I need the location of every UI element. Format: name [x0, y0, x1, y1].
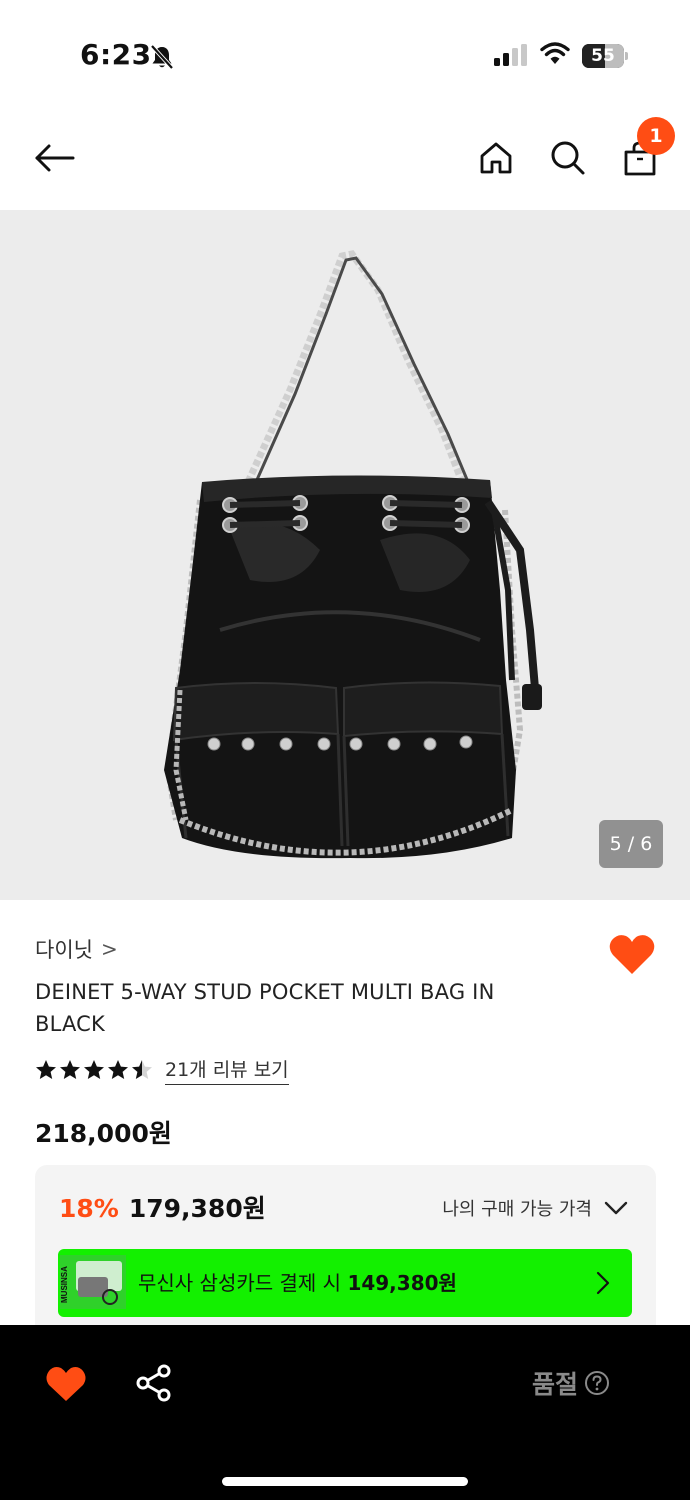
discount-row: 18% 179,380원: [59, 1189, 266, 1225]
heart-icon: [609, 935, 655, 974]
back-button[interactable]: [30, 134, 78, 182]
brand-link[interactable]: 다이닛 >: [35, 934, 118, 964]
like-heart-button[interactable]: [608, 932, 656, 976]
star-icon: [108, 1060, 128, 1079]
home-indicator: [222, 1477, 468, 1486]
status-time: 6:23: [80, 38, 152, 71]
card-offer-banner[interactable]: MUSINSA 무신사 삼성카드 결제 시 149,380원: [58, 1249, 632, 1317]
review-link[interactable]: 21개 리뷰 보기: [165, 1055, 289, 1085]
star-icon: [36, 1060, 56, 1079]
chevron-down-icon: [604, 1201, 628, 1215]
svg-text:MUSINSA: MUSINSA: [60, 1266, 69, 1303]
battery-percent: 55: [591, 46, 615, 66]
status-bar: 6:23 55: [0, 0, 690, 100]
original-price: 218,000원: [35, 1119, 172, 1148]
top-navigation: [0, 100, 690, 210]
wifi-icon: [540, 42, 570, 64]
share-button[interactable]: [134, 1363, 174, 1403]
bottom-action-bar: 품절: [0, 1325, 690, 1500]
my-price-label: 나의 구매 가능 가격: [442, 1199, 592, 1220]
heart-icon: [46, 1367, 86, 1401]
share-icon: [136, 1364, 171, 1402]
rating-row: 21개 리뷰 보기: [35, 1055, 289, 1085]
home-button[interactable]: [472, 134, 520, 182]
soldout-status: 품절: [532, 1365, 610, 1401]
chevron-right-icon: [596, 1271, 610, 1295]
search-icon: [551, 141, 585, 175]
soldout-label: 품절: [532, 1370, 579, 1399]
product-image-gallery[interactable]: 5 / 6: [0, 210, 690, 900]
back-arrow-icon: [35, 144, 75, 172]
battery-icon: 55: [582, 44, 628, 68]
star-icon: [132, 1060, 152, 1079]
bottom-like-button[interactable]: [45, 1365, 87, 1403]
musinsa-card-thumbnail: MUSINSA: [60, 1255, 126, 1309]
help-icon[interactable]: [584, 1370, 610, 1396]
bell-off-icon: [150, 44, 174, 70]
star-icon: [84, 1060, 104, 1079]
cart-count-badge: 1: [637, 117, 675, 155]
chevron-right-icon: >: [100, 937, 118, 961]
card-offer-text: 무신사 삼성카드 결제 시 149,380원: [138, 1271, 457, 1295]
my-price-toggle[interactable]: 나의 구매 가능 가격: [442, 1195, 628, 1221]
product-bag-image: [164, 250, 542, 859]
product-title: DEINET 5-WAY STUD POCKET MULTI BAG IN BL…: [35, 980, 495, 1036]
image-page-indicator: 5 / 6: [599, 820, 663, 868]
star-icon: [60, 1060, 80, 1079]
brand-name: 다이닛: [35, 938, 93, 962]
home-icon: [480, 142, 512, 174]
search-button[interactable]: [544, 134, 592, 182]
star-rating: [35, 1059, 153, 1081]
signal-icon: [494, 44, 527, 66]
discount-rate: 18%: [59, 1194, 119, 1223]
discount-price: 179,380원: [128, 1194, 266, 1223]
